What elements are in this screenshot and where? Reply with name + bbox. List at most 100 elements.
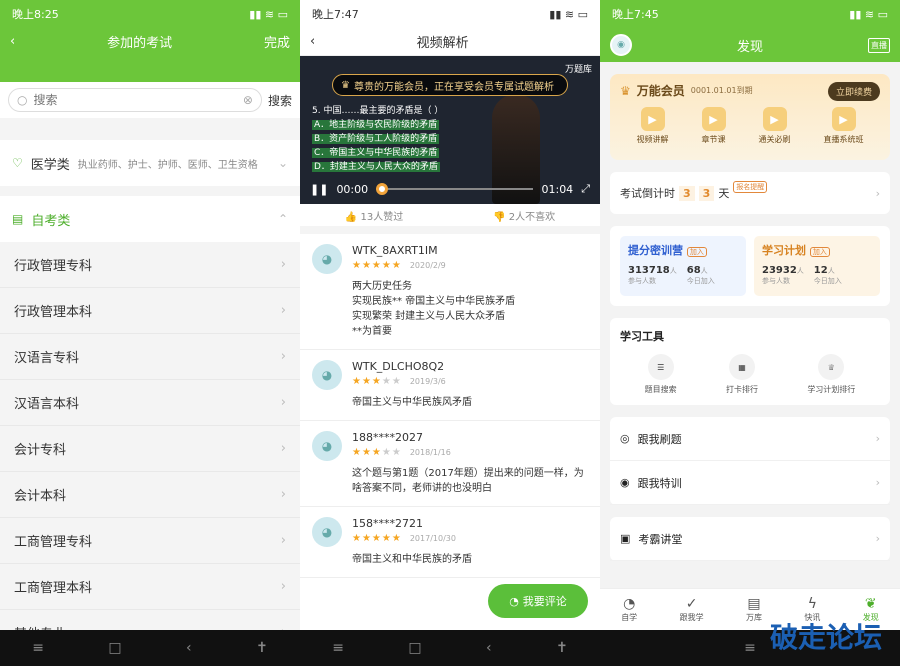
tab-library[interactable]: ▤ 万库: [746, 596, 762, 623]
question-line: 5. 中国……最主要的矛盾是（ ）: [312, 106, 444, 116]
major-item[interactable]: 汉语言本科 ›: [0, 380, 300, 426]
stat-unit: 人: [700, 267, 708, 275]
link-lecture[interactable]: ▣ 考霸讲堂 ›: [610, 517, 890, 561]
status-bar: 晚上7:45 ▮▮ ≋ ▭: [600, 0, 900, 28]
live-button[interactable]: 直播: [867, 37, 890, 53]
signup-reminder-tag[interactable]: 报名提醒: [733, 181, 768, 193]
vip-benefit[interactable]: ▶ 视频讲解: [637, 107, 669, 145]
search-box[interactable]: ○ ⊗: [8, 88, 262, 112]
comment-date: 2017/10/30: [409, 534, 456, 543]
question-line: C．帝国主义与中华民族的矛盾: [312, 148, 440, 158]
tool-plan-rank[interactable]: ♕ 学习计划排行: [807, 354, 855, 395]
done-button[interactable]: 完成: [264, 32, 290, 51]
page-title: 参加的考试: [107, 35, 173, 51]
link-label: 考霸讲堂: [638, 532, 683, 546]
progress-knob[interactable]: [376, 183, 389, 195]
avatar[interactable]: ◉: [610, 34, 632, 56]
camp-title: 提分密训营: [628, 244, 683, 257]
tab-follow-me[interactable]: ✓ 跟我学: [680, 596, 704, 623]
clear-icon[interactable]: ⊗: [243, 93, 253, 107]
dislike-button[interactable]: 👎 2人不喜欢: [493, 208, 555, 223]
major-item[interactable]: 工商管理专科 ›: [0, 518, 300, 564]
vip-benefit[interactable]: ▶ 章节课: [701, 107, 726, 145]
page-title: 视频解析: [416, 36, 469, 51]
major-item[interactable]: 行政管理本科 ›: [0, 288, 300, 334]
chevron-right-icon: ›: [280, 395, 286, 410]
category-name: 医学类: [30, 157, 70, 173]
tool-question-search[interactable]: ☰ 题目搜索: [645, 354, 677, 395]
library-icon: ▤: [747, 596, 761, 612]
comment-text: 这个题与第1题（2017年题）提出来的问题一样，为啥答案不同，老师讲的也没明白: [352, 468, 584, 494]
stat-label: 今日加入: [686, 277, 715, 285]
tab-self-study[interactable]: ◔ 自学: [621, 596, 637, 623]
benefit-icon: ▶: [831, 107, 856, 131]
camp-card[interactable]: 提分密训营 加入 313718人 参与人数 68人 今日加入: [620, 236, 746, 296]
back-icon[interactable]: ‹: [186, 640, 192, 656]
video-controls: ❚❚ 00:00 01:04 ⤢: [300, 174, 600, 204]
chevron-right-icon: ›: [280, 303, 286, 318]
video-player[interactable]: 万题库 ♛ 尊贵的万能会员，正在享受会员专属试题解析 5. 中国……最主要的矛盾…: [300, 56, 600, 204]
major-label: 行政管理专科: [14, 259, 93, 274]
comment-list: ◕ WTK_8AXRT1IM ★★★★★ 2020/2/9 两大历史任务 实现民族** …: [300, 234, 600, 578]
tool-checkin-rank[interactable]: ▦ 打卡排行: [726, 354, 758, 395]
major-item[interactable]: 汉语言专科 ›: [0, 334, 300, 380]
category-self-exam[interactable]: ▤ 自考类 ⌃: [0, 196, 300, 242]
menu-icon[interactable]: ≡: [744, 640, 756, 656]
plan-card[interactable]: 学习计划 加入 23932人 参与人数 12人 今日加入: [754, 236, 880, 296]
comment-date: 2020/2/9: [409, 261, 446, 270]
pause-icon[interactable]: ❚❚: [310, 183, 328, 196]
accessibility-icon[interactable]: ✝: [556, 640, 568, 656]
home-icon[interactable]: □: [108, 640, 121, 656]
progress-bar[interactable]: [376, 183, 534, 195]
comment-button[interactable]: ◔ 我要评论: [488, 584, 588, 618]
major-item[interactable]: 会计专科 ›: [0, 426, 300, 472]
comment-button-label: 我要评论: [522, 595, 567, 608]
benefit-label: 章节课: [701, 135, 726, 144]
benefit-label: 通关必刷: [758, 135, 791, 144]
stat-label: 今日加入: [813, 277, 842, 285]
back-icon[interactable]: ‹: [486, 640, 492, 656]
menu-icon[interactable]: ≡: [32, 640, 44, 656]
star-rating: ★★★★★: [352, 376, 402, 387]
fullscreen-icon[interactable]: ⤢: [581, 182, 590, 196]
search-button[interactable]: 搜索: [268, 92, 292, 109]
comment-item: ◕ 158****2721 ★★★★★ 2017/10/30 帝国主义和中华民族的矛盾: [300, 507, 600, 578]
join-tag[interactable]: 加入: [686, 247, 707, 257]
accessibility-icon[interactable]: ✝: [256, 640, 268, 656]
menu-icon[interactable]: ≡: [332, 640, 344, 656]
vip-expire: 0001.01.01到期: [690, 86, 753, 95]
tool-label: 题目搜索: [644, 385, 677, 394]
stat-label: 参与人数: [762, 277, 790, 285]
category-medical[interactable]: ♡ 医学类 执业药师、护士、护师、医师、卫生资格 ⌄: [0, 140, 300, 186]
comment-user: 158****2721: [352, 517, 423, 530]
exam-countdown[interactable]: 考试倒计时 3 3 天 报名提醒 ›: [610, 172, 890, 214]
tab-label: 万库: [745, 613, 762, 622]
vip-title: 万能会员: [636, 84, 685, 98]
category-name: 自考类: [31, 213, 71, 229]
major-item[interactable]: 行政管理专科 ›: [0, 242, 300, 288]
link-list: ◎ 跟我刷题 › ◉ 跟我特训 ›: [610, 417, 890, 505]
major-item[interactable]: 会计本科 ›: [0, 472, 300, 518]
system-nav: ≡ □ ‹ ✝: [300, 630, 600, 666]
link-training[interactable]: ◉ 跟我特训 ›: [610, 461, 890, 505]
back-icon[interactable]: ‹: [10, 34, 15, 49]
dislike-count: 2人不喜欢: [508, 211, 556, 223]
renew-button[interactable]: 立即续费: [827, 82, 880, 101]
watermark: 破走论坛: [769, 621, 882, 654]
chevron-right-icon: ›: [875, 532, 880, 545]
vip-banner: ♛ 尊贵的万能会员，正在享受会员专属试题解析: [332, 74, 568, 96]
major-label: 汉语言专科: [14, 351, 80, 366]
vip-benefit[interactable]: ▶ 直播系统班: [824, 107, 864, 145]
comment-text: 帝国主义和中华民族的矛盾: [352, 554, 472, 565]
stat-label: 参与人数: [628, 277, 656, 285]
comment-item: ◕ 188****2027 ★★★★★ 2018/1/16 这个题与第1题（2017年题…: [300, 421, 600, 507]
vip-benefit[interactable]: ▶ 通关必刷: [759, 107, 791, 145]
home-icon[interactable]: □: [408, 640, 421, 656]
major-item[interactable]: 工商管理本科 ›: [0, 564, 300, 610]
link-practice[interactable]: ◎ 跟我刷题 ›: [610, 417, 890, 461]
discover-screen: 晚上7:45 ▮▮ ≋ ▭ ◉ 发现 直播 ♛ 万能会员 0001.01.01到…: [600, 0, 900, 666]
like-button[interactable]: 👍 13人赞过: [345, 208, 403, 223]
search-input[interactable]: [33, 93, 237, 107]
join-tag[interactable]: 加入: [809, 247, 830, 257]
comment-user: 188****2027: [352, 431, 423, 444]
